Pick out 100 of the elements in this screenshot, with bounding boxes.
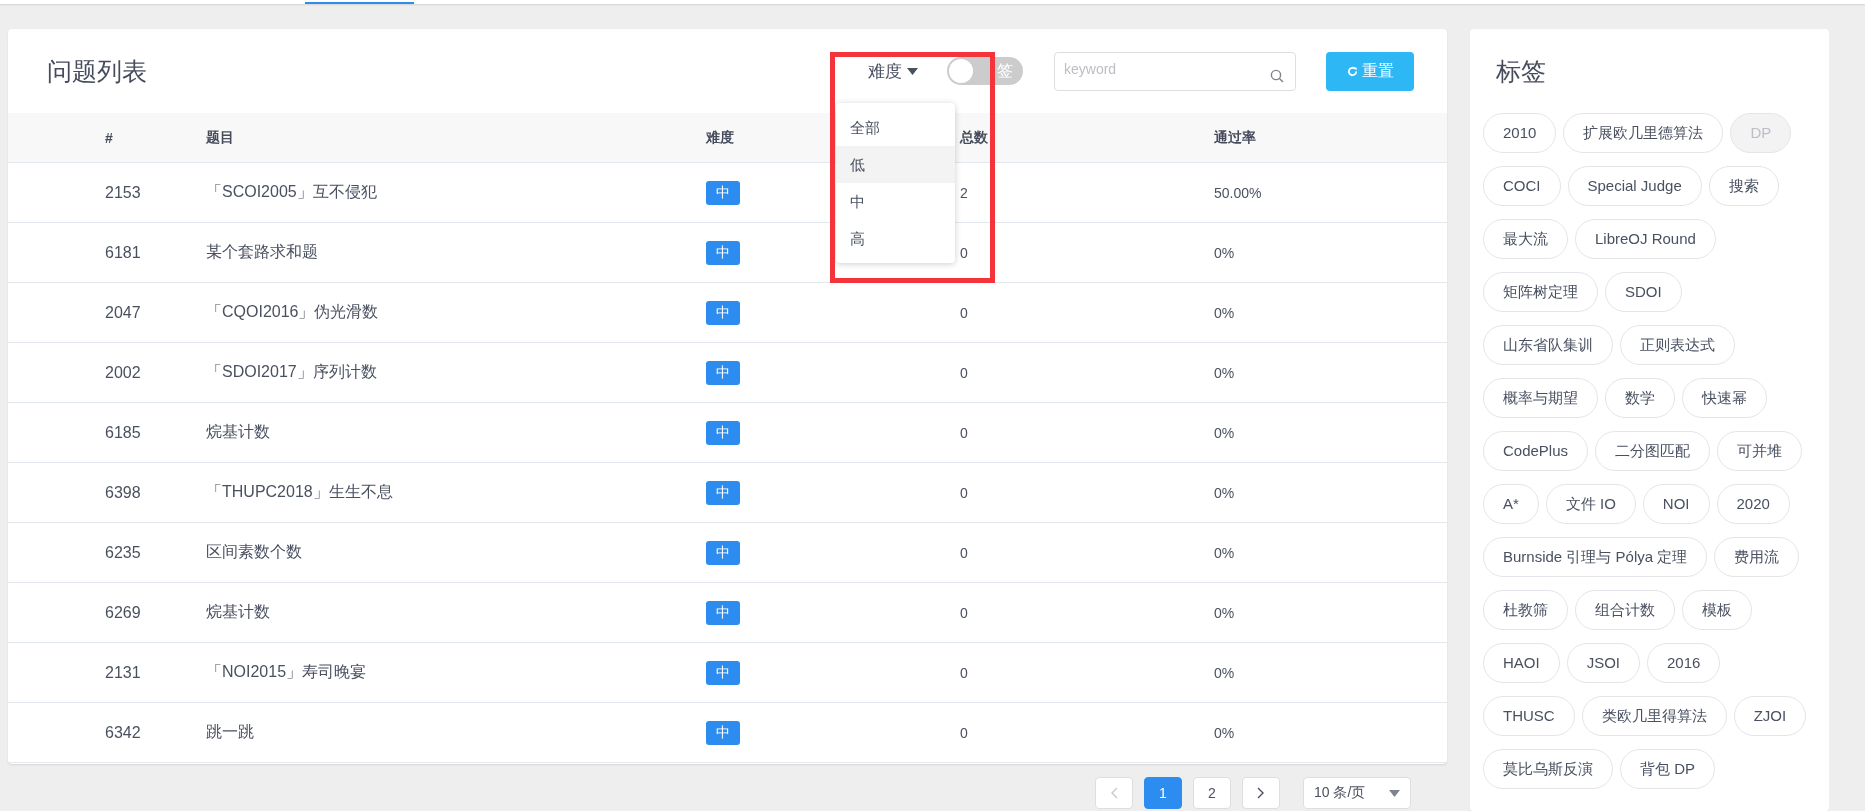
tag-chip[interactable]: JSOI — [1566, 643, 1641, 683]
tag-chip[interactable]: 矩阵树定理 — [1483, 272, 1598, 312]
tag-chip[interactable]: Burnside 引理与 Pólya 定理 — [1483, 537, 1708, 577]
table-cell: 0 — [960, 244, 968, 261]
tag-chip[interactable]: A* — [1483, 484, 1539, 524]
table-cell: 6342 — [105, 723, 141, 742]
tag-chip[interactable]: 文件 IO — [1545, 484, 1636, 524]
problem-link[interactable]: 「THUPC2018」生生不息 — [206, 482, 393, 503]
table-cell: 6235 — [105, 543, 141, 562]
tag-chip[interactable]: HAOI — [1483, 643, 1560, 683]
tag-chip[interactable]: 搜索 — [1708, 166, 1779, 206]
tag-chip[interactable]: LibreOJ Round — [1575, 219, 1716, 259]
column-header: 通过率 — [1214, 128, 1256, 147]
problem-link[interactable]: 烷基计数 — [206, 602, 270, 623]
difficulty-tag: 中 — [706, 360, 740, 385]
search-icon — [1270, 68, 1284, 83]
tag-chip[interactable]: 背包 DP — [1620, 749, 1715, 789]
difficulty-tag: 中 — [706, 300, 740, 325]
difficulty-tag: 中 — [706, 660, 740, 685]
page-size-select[interactable]: 10 条/页 — [1303, 777, 1411, 809]
tag-chip[interactable]: 快速幂 — [1682, 378, 1767, 418]
tag-chip[interactable]: SDOI — [1605, 272, 1682, 312]
table-cell: 0% — [1214, 244, 1235, 261]
tag-chip[interactable]: 山东省队集训 — [1483, 325, 1613, 365]
search-field[interactable]: keyword — [1054, 51, 1296, 91]
tag-chip[interactable]: 扩展欧几里德算法 — [1563, 113, 1724, 153]
problem-link[interactable]: 「SCOI2005」互不侵犯 — [206, 182, 377, 203]
difficulty-tag: 中 — [706, 180, 740, 205]
page-button[interactable]: 2 — [1193, 777, 1231, 809]
tag-chip[interactable]: 莫比乌斯反演 — [1483, 749, 1613, 789]
column-header: 难度 — [706, 128, 734, 147]
table-cell: 0% — [1214, 604, 1235, 621]
table-cell: 2047 — [105, 303, 141, 322]
next-page-button[interactable] — [1242, 777, 1280, 809]
tag-chip[interactable]: 模板 — [1682, 590, 1752, 630]
tag-chip[interactable]: 2016 — [1647, 643, 1721, 683]
table-cell: 0% — [1214, 664, 1235, 681]
table-cell: 6269 — [105, 603, 141, 622]
difficulty-tag: 中 — [706, 420, 740, 445]
table-cell: 0% — [1214, 304, 1235, 321]
problem-link[interactable]: 「SDOI2017」序列计数 — [206, 362, 377, 383]
table-cell: 0 — [960, 304, 968, 321]
tag-chip[interactable]: 2010 — [1483, 113, 1557, 153]
difficulty-tag: 中 — [706, 480, 740, 505]
table-cell: 6185 — [105, 423, 141, 442]
problem-link[interactable]: 「NOI2015」寿司晚宴 — [206, 662, 367, 683]
table-cell: 2 — [960, 184, 968, 201]
table-cell: 0 — [960, 724, 968, 741]
table-cell: 0 — [960, 544, 968, 561]
difficulty-tag: 中 — [706, 600, 740, 625]
problem-link[interactable]: 烷基计数 — [206, 422, 270, 443]
table-cell: 50.00% — [1214, 184, 1262, 201]
panel-title: 问题列表 — [47, 55, 147, 87]
table-cell: 6181 — [105, 243, 141, 262]
menu-item[interactable]: 低 — [836, 146, 955, 183]
table-cell: 0 — [960, 604, 968, 621]
problem-link[interactable]: 区间素数个数 — [206, 542, 302, 563]
tag-chip[interactable]: 概率与期望 — [1483, 378, 1598, 418]
previous-page-button[interactable] — [1095, 777, 1133, 809]
chevron-left-icon — [1110, 787, 1118, 799]
tag-chip[interactable]: ZJOI — [1733, 696, 1807, 736]
menu-item[interactable]: 中 — [836, 183, 955, 220]
table-cell: 2153 — [105, 183, 141, 202]
tag-chip[interactable]: 可并堆 — [1717, 431, 1803, 471]
refresh-icon — [1346, 65, 1358, 77]
table-cell: 0% — [1214, 364, 1235, 381]
table-cell: 6398 — [105, 483, 141, 502]
tag-chip[interactable]: 二分图匹配 — [1595, 431, 1711, 471]
difficulty-tag: 中 — [706, 720, 740, 745]
tag-chip[interactable]: Special Judge — [1567, 166, 1702, 206]
problem-link[interactable]: 某个套路求和题 — [206, 242, 318, 263]
column-header: 总数 — [960, 128, 988, 147]
tag-chip[interactable]: CodePlus — [1483, 431, 1589, 471]
table-cell: 0% — [1214, 544, 1235, 561]
tag-chip[interactable]: THUSC — [1483, 696, 1575, 736]
tag-chip[interactable]: 数学 — [1605, 378, 1675, 418]
table-cell: 0% — [1214, 484, 1235, 501]
table-cell: 0 — [960, 364, 968, 381]
table-cell: 0 — [960, 424, 968, 441]
chevron-right-icon — [1257, 787, 1265, 799]
table-cell: 2131 — [105, 663, 141, 682]
column-header: 题目 — [206, 128, 234, 147]
tag-chip[interactable]: 类欧几里得算法 — [1581, 696, 1727, 736]
tag-chip[interactable]: 杜教筛 — [1483, 590, 1568, 630]
tag-chip[interactable]: 最大流 — [1483, 219, 1568, 259]
table-cell: 0% — [1214, 724, 1235, 741]
tag-chip[interactable]: 正则表达式 — [1620, 325, 1735, 365]
difficulty-tag: 中 — [706, 540, 740, 565]
tag-chip[interactable]: COCI — [1483, 166, 1561, 206]
menu-item[interactable]: 全部 — [836, 109, 955, 146]
tag-chip[interactable]: 费用流 — [1714, 537, 1800, 577]
table-cell: 2002 — [105, 363, 141, 382]
menu-item[interactable]: 高 — [836, 220, 955, 257]
difficulty-dropdown[interactable]: 难度 — [868, 58, 918, 84]
tag-chip[interactable]: 2020 — [1716, 484, 1790, 524]
tag-chip[interactable]: 组合计数 — [1575, 590, 1675, 630]
problem-link[interactable]: 跳一跳 — [206, 722, 254, 743]
table-cell: 0 — [960, 664, 968, 681]
problem-link[interactable]: 「CQOI2016」伪光滑数 — [206, 302, 379, 323]
tag-chip[interactable]: NOI — [1642, 484, 1710, 524]
